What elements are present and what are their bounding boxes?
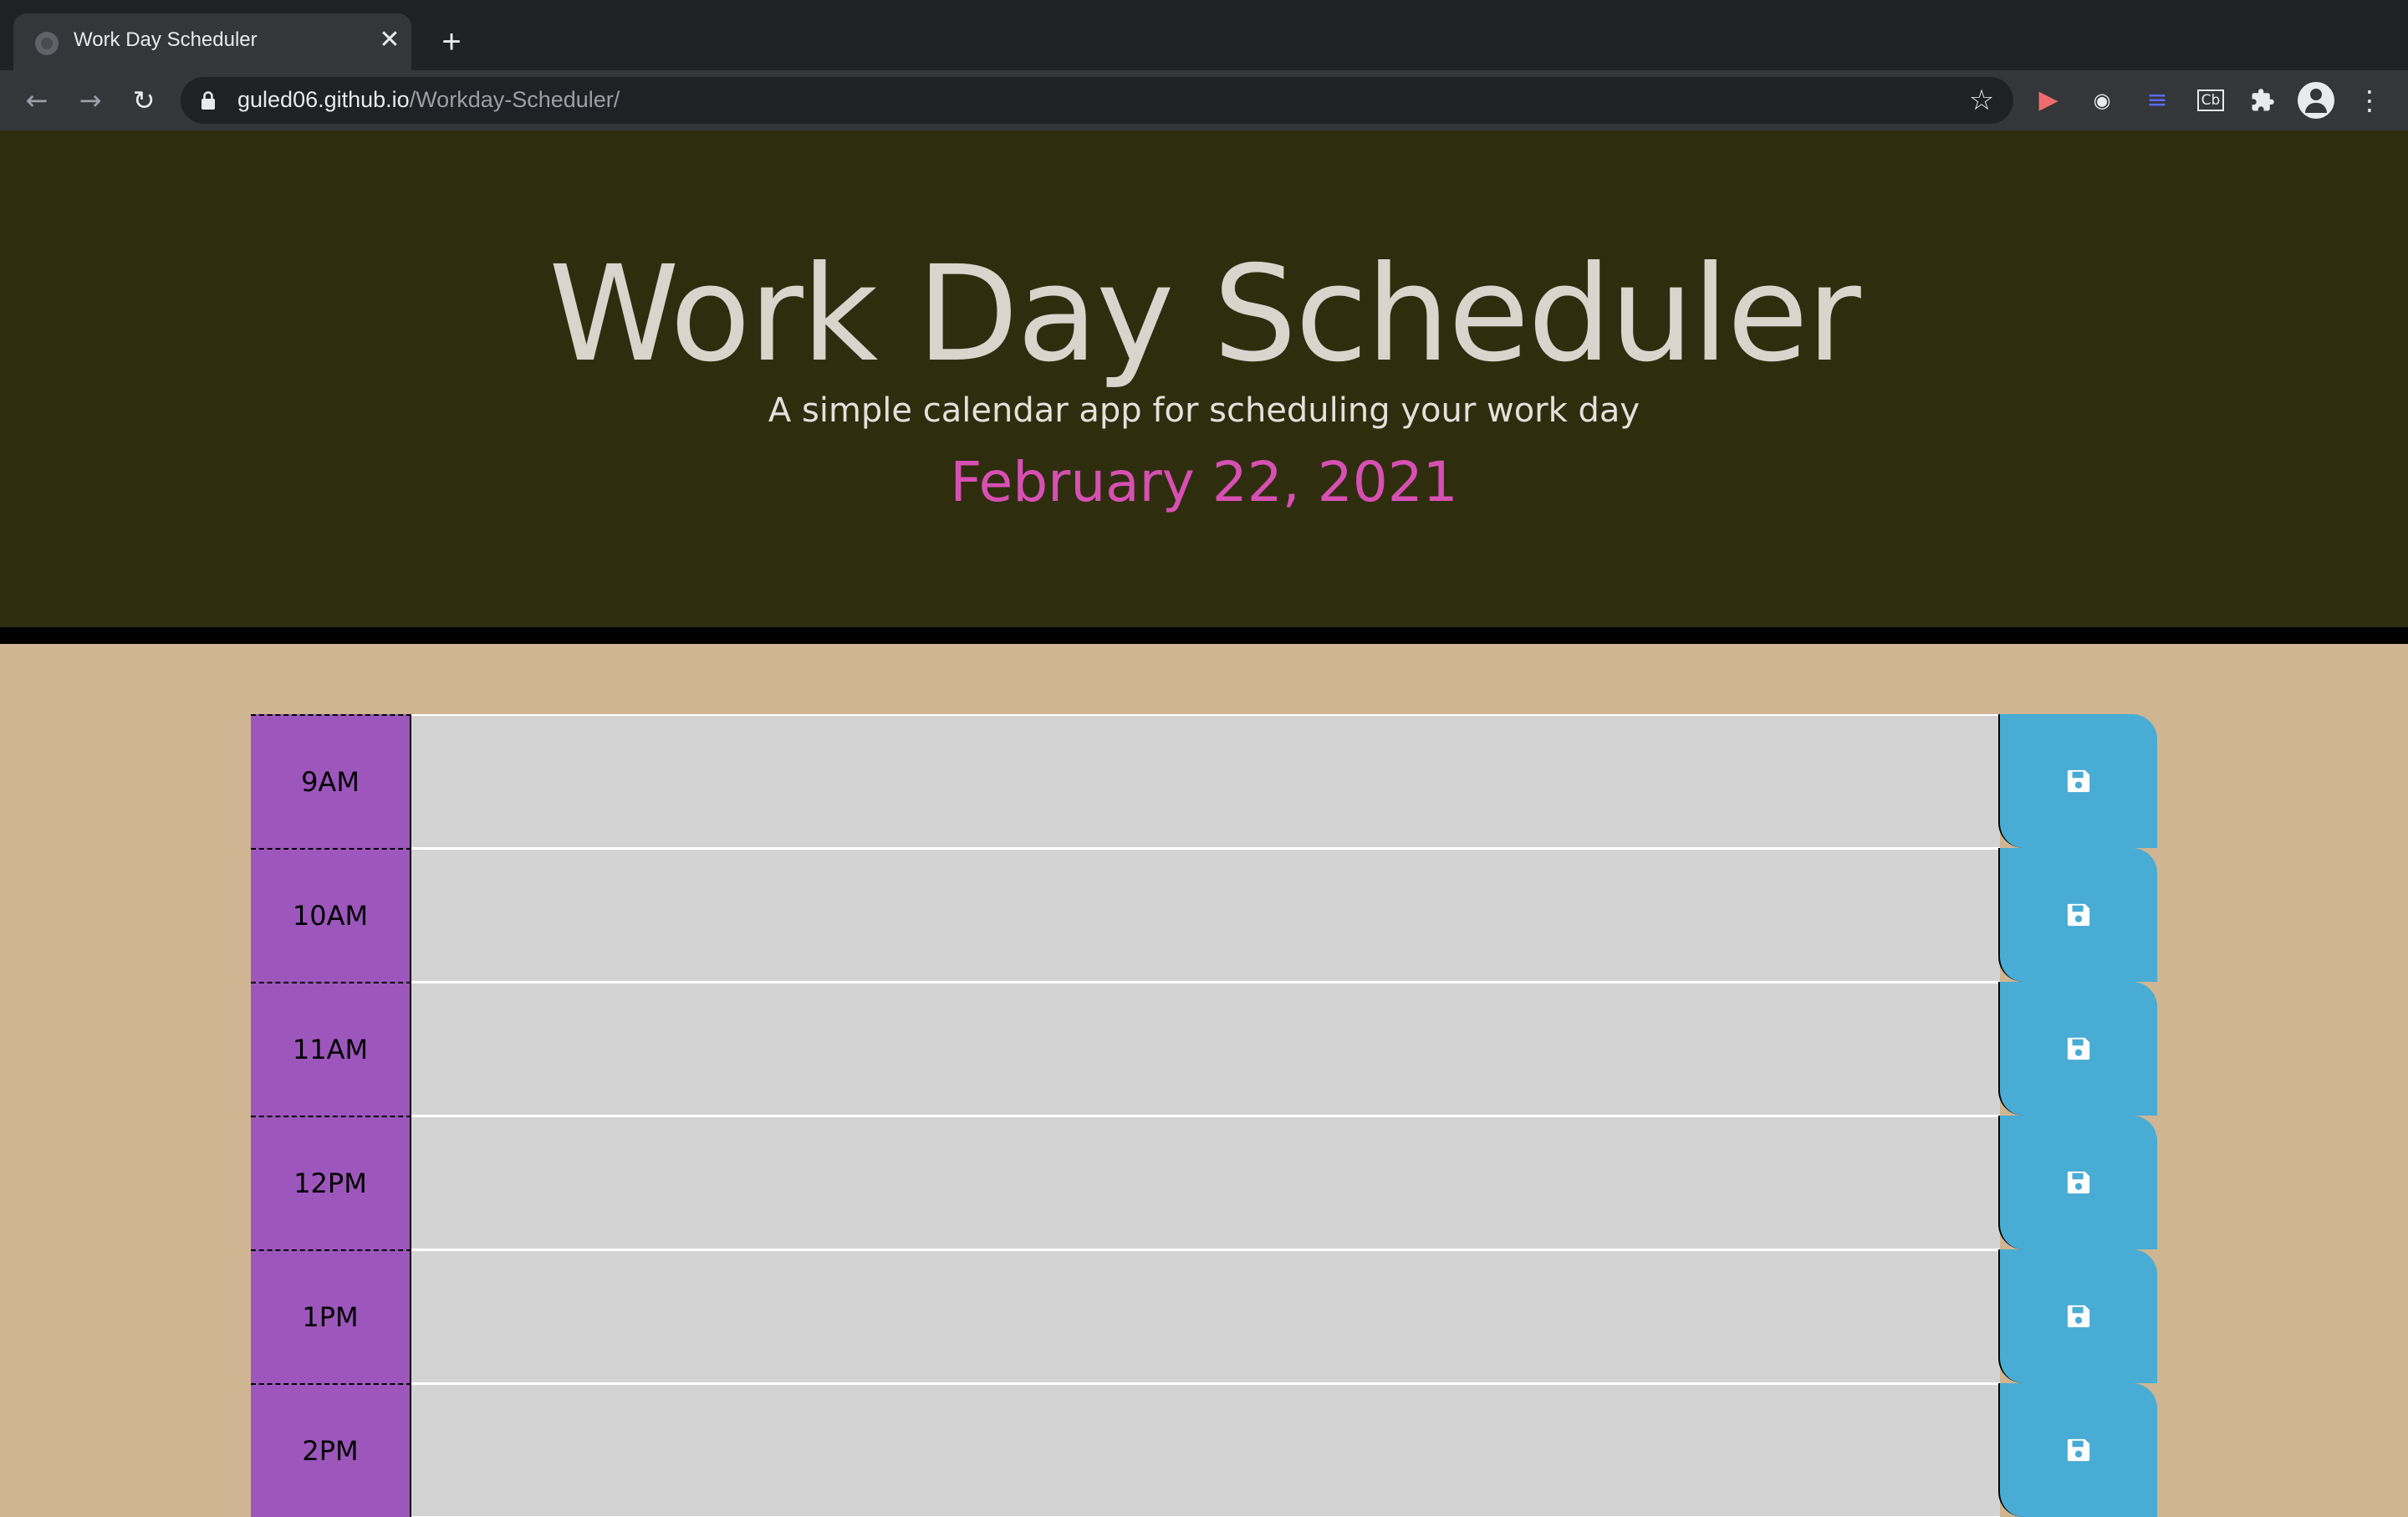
time-block-row: 9AM [251, 714, 2157, 848]
floppy-disk-icon [2067, 903, 2090, 927]
event-description-input[interactable] [411, 1116, 2000, 1249]
profile-icon[interactable] [2298, 82, 2334, 119]
new-tab-button[interactable]: + [433, 23, 470, 60]
event-description-input[interactable] [411, 1383, 2000, 1517]
hour-label: 9AM [251, 714, 411, 848]
floppy-disk-icon [2067, 1438, 2090, 1462]
browser-tab-bar: Work Day Scheduler ✕ + [0, 0, 2408, 70]
event-description-input[interactable] [411, 848, 2000, 982]
time-block-row: 2PM [251, 1383, 2157, 1517]
browser-tab[interactable]: Work Day Scheduler ✕ [13, 13, 411, 70]
save-button[interactable] [1998, 1116, 2157, 1249]
reload-icon[interactable]: ↻ [124, 80, 164, 120]
url-text[interactable]: guled06.github.io/Workday-Scheduler/ [237, 87, 620, 113]
browser-toolbar: ← → ↻ guled06.github.io/Workday-Schedule… [0, 70, 2408, 130]
puzzle-icon[interactable] [2244, 82, 2281, 119]
hour-label: 2PM [251, 1383, 411, 1517]
cb-ext-icon[interactable]: Cb [2192, 82, 2229, 119]
save-button[interactable] [1998, 1249, 2157, 1383]
event-description-input[interactable] [411, 1249, 2000, 1383]
time-block-row: 11AM [251, 982, 2157, 1116]
hour-label: 10AM [251, 848, 411, 982]
url-path: /Workday-Scheduler/ [409, 87, 620, 112]
tab-title: Work Day Scheduler [74, 28, 258, 51]
url-host: guled06.github.io [237, 87, 410, 112]
event-description-input[interactable] [411, 714, 2000, 848]
hour-label: 1PM [251, 1249, 411, 1383]
save-button[interactable] [1998, 714, 2157, 848]
bookmark-star-icon[interactable]: ☆ [1965, 84, 1998, 117]
page-header: Work Day Scheduler A simple calendar app… [0, 130, 2408, 644]
hour-label: 11AM [251, 982, 411, 1116]
floppy-disk-icon [2067, 1037, 2090, 1060]
menu-icon[interactable]: ⋮ [2351, 82, 2388, 119]
lock-icon [202, 91, 215, 110]
cb-ext-label: Cb [2196, 89, 2225, 111]
time-block-row: 1PM [251, 1249, 2157, 1383]
page-title: Work Day Scheduler [548, 238, 1861, 391]
address-bar[interactable]: guled06.github.io/Workday-Scheduler/ ☆ [181, 77, 2013, 124]
globe-icon [35, 32, 59, 55]
time-block-row: 12PM [251, 1116, 2157, 1249]
hour-label: 12PM [251, 1116, 411, 1249]
page-subtitle: A simple calendar app for scheduling you… [768, 391, 1640, 430]
save-button[interactable] [1998, 1383, 2157, 1517]
event-description-input[interactable] [411, 982, 2000, 1116]
floppy-disk-icon [2067, 769, 2090, 793]
video-ext-icon[interactable]: ▶ [2030, 82, 2067, 119]
close-icon[interactable]: ✕ [375, 25, 405, 55]
circle-ext-icon[interactable]: ◉ [2084, 82, 2120, 119]
schedule-container: 9AM 10AM 11AM 12PM 1PM 2PM [251, 714, 2157, 1517]
floppy-disk-icon [2067, 1305, 2090, 1328]
lines-ext-icon[interactable]: ≡ [2139, 82, 2176, 119]
save-button[interactable] [1998, 848, 2157, 982]
back-arrow-icon[interactable]: ← [17, 80, 57, 120]
forward-arrow-icon[interactable]: → [70, 80, 110, 120]
current-date: February 22, 2021 [950, 450, 1458, 514]
save-button[interactable] [1998, 982, 2157, 1116]
time-block-row: 10AM [251, 848, 2157, 982]
avatar [2298, 82, 2334, 119]
floppy-disk-icon [2067, 1171, 2090, 1194]
